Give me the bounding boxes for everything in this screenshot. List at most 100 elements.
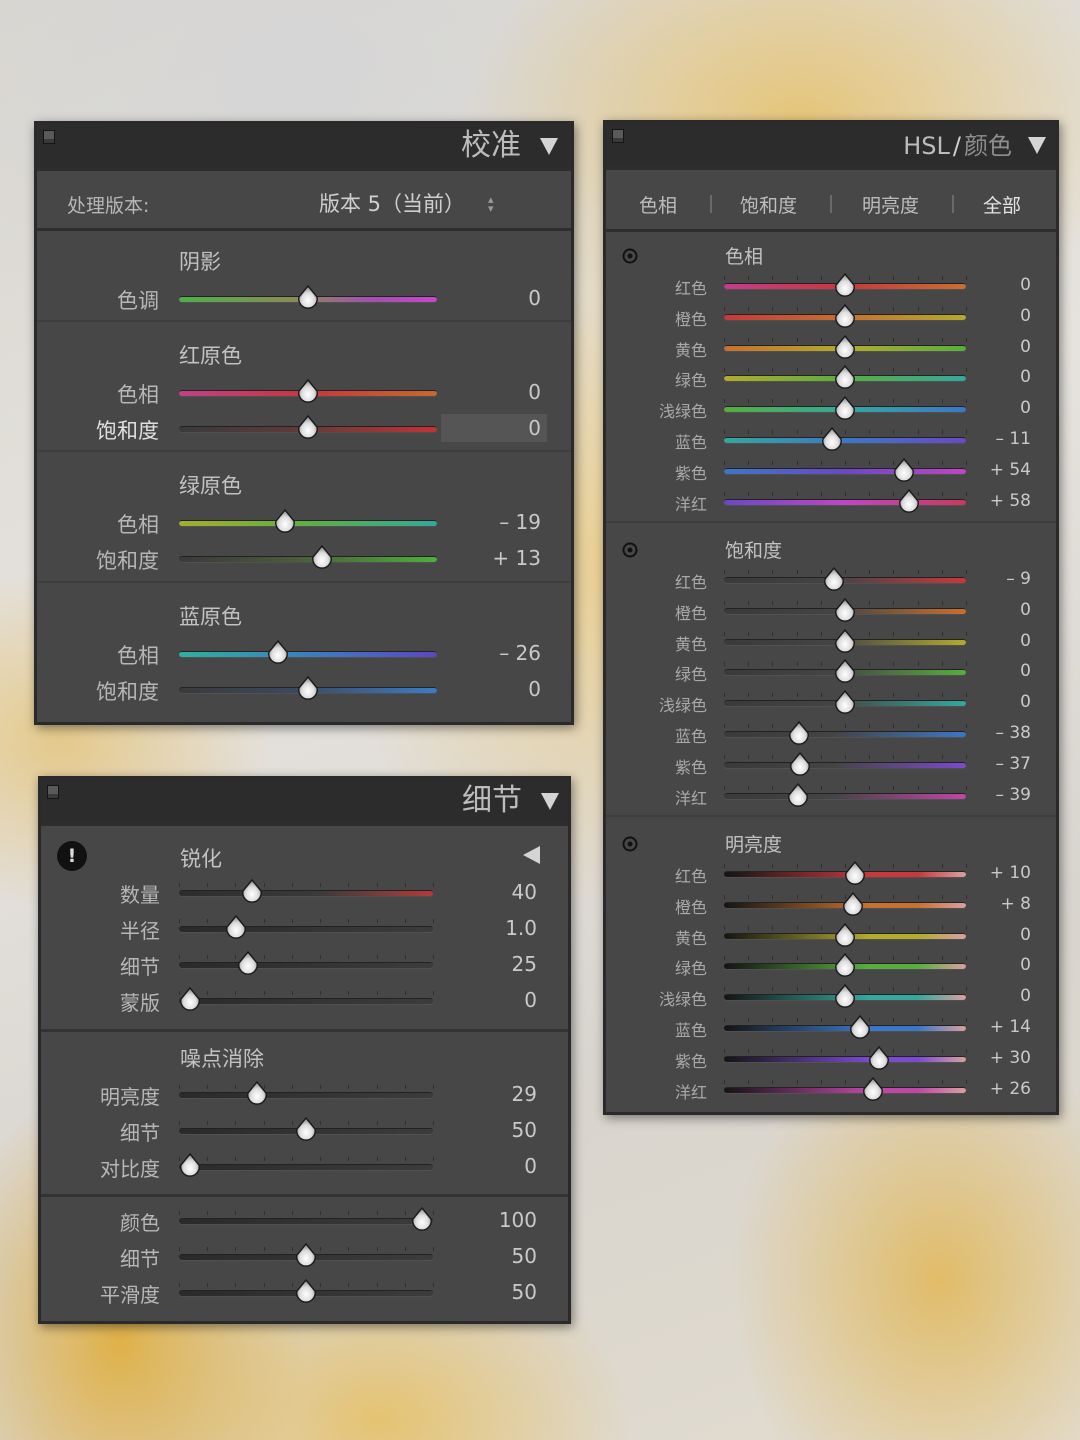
slider-thumb[interactable] bbox=[297, 415, 319, 439]
slider-track[interactable] bbox=[724, 761, 966, 768]
slider-value[interactable]: 0 bbox=[437, 380, 541, 404]
slider-value[interactable]: 100 bbox=[441, 1208, 537, 1232]
slider-thumb[interactable] bbox=[834, 922, 856, 947]
slider-value[interactable]: 0 bbox=[966, 692, 1031, 712]
slider-track[interactable] bbox=[724, 1055, 966, 1062]
process-version-select[interactable]: 版本 5（当前） bbox=[319, 188, 465, 218]
slider-value[interactable]: 0 bbox=[966, 337, 1031, 357]
tab-hue[interactable]: 色相 bbox=[639, 191, 677, 218]
slider-value[interactable]: 0 bbox=[966, 661, 1031, 681]
slider-value[interactable]: 0 bbox=[437, 286, 541, 310]
slider-thumb[interactable] bbox=[898, 488, 920, 513]
slider-thumb[interactable] bbox=[834, 690, 856, 714]
slider-value[interactable]: – 39 bbox=[966, 785, 1031, 805]
slider-value[interactable]: 0 bbox=[966, 306, 1031, 326]
slider-value[interactable]: 40 bbox=[441, 880, 537, 904]
slider-value[interactable]: + 8 bbox=[966, 894, 1031, 914]
slider-value[interactable]: 0 bbox=[441, 988, 537, 1012]
slider-thumb[interactable] bbox=[823, 567, 845, 591]
tab-luminance[interactable]: 明亮度 bbox=[862, 191, 919, 218]
slider-track[interactable] bbox=[724, 437, 966, 443]
slider-value[interactable]: + 26 bbox=[966, 1079, 1031, 1099]
slider-value[interactable]: 0 bbox=[437, 416, 541, 440]
slider-thumb[interactable] bbox=[225, 915, 247, 939]
slider-value[interactable]: + 30 bbox=[966, 1048, 1031, 1068]
slider-value[interactable]: 0 bbox=[966, 925, 1031, 945]
slider-thumb[interactable] bbox=[789, 751, 811, 776]
slider-value[interactable]: – 9 bbox=[966, 569, 1031, 589]
slider-thumb[interactable] bbox=[295, 1117, 317, 1141]
slider-thumb[interactable] bbox=[274, 509, 296, 533]
collapse-triangle-icon[interactable] bbox=[541, 793, 559, 810]
warning-icon[interactable]: ! bbox=[57, 841, 87, 871]
slider-value[interactable]: 50 bbox=[441, 1118, 537, 1142]
slider-value[interactable]: 0 bbox=[966, 275, 1031, 295]
detail-header[interactable]: 细节 bbox=[41, 779, 568, 823]
panel-switch-icon[interactable] bbox=[612, 129, 624, 143]
slider-value[interactable]: 0 bbox=[966, 986, 1031, 1006]
slider-thumb[interactable] bbox=[868, 1045, 890, 1070]
slider-thumb[interactable] bbox=[237, 951, 259, 975]
slider-thumb[interactable] bbox=[311, 545, 333, 569]
slider-value[interactable]: 0 bbox=[966, 600, 1031, 620]
slider-track[interactable] bbox=[179, 520, 437, 526]
tab-all[interactable]: 全部 bbox=[983, 191, 1021, 218]
slider-value[interactable]: 0 bbox=[437, 677, 541, 701]
slider-value[interactable]: 0 bbox=[441, 1154, 537, 1178]
slider-track[interactable] bbox=[179, 1164, 433, 1170]
updown-arrows-icon[interactable]: ▴ ▾ bbox=[488, 194, 494, 214]
slider-value[interactable]: + 54 bbox=[966, 460, 1031, 480]
slider-value[interactable]: – 38 bbox=[966, 723, 1031, 743]
slider-track[interactable] bbox=[179, 962, 433, 968]
slider-value[interactable]: 0 bbox=[966, 955, 1031, 975]
slider-value[interactable]: 25 bbox=[441, 952, 537, 976]
slider-value[interactable]: 0 bbox=[966, 631, 1031, 651]
slider-thumb[interactable] bbox=[241, 879, 263, 903]
slider-thumb[interactable] bbox=[821, 427, 843, 451]
slider-value[interactable]: + 58 bbox=[966, 491, 1031, 511]
slider-track[interactable] bbox=[179, 890, 433, 896]
slider-track[interactable] bbox=[724, 1025, 966, 1031]
slider-value[interactable]: + 13 bbox=[437, 546, 541, 570]
slider-track[interactable] bbox=[179, 556, 437, 562]
slider-thumb[interactable] bbox=[842, 891, 864, 916]
slider-track[interactable] bbox=[724, 1086, 966, 1093]
hsl-header[interactable]: HSL / 颜色 bbox=[606, 123, 1056, 167]
slider-value[interactable]: 1.0 bbox=[441, 916, 537, 940]
slider-value[interactable]: 29 bbox=[441, 1082, 537, 1106]
slider-thumb[interactable] bbox=[834, 334, 856, 359]
slider-track[interactable] bbox=[724, 792, 966, 799]
slider-thumb[interactable] bbox=[834, 365, 856, 390]
target-adjust-icon[interactable] bbox=[622, 248, 638, 264]
slider-thumb[interactable] bbox=[834, 659, 856, 684]
collapse-triangle-icon[interactable] bbox=[540, 138, 558, 155]
slider-thumb[interactable] bbox=[849, 1015, 871, 1039]
target-adjust-icon[interactable] bbox=[622, 542, 638, 558]
slider-value[interactable]: – 37 bbox=[966, 754, 1031, 774]
panel-switch-icon[interactable] bbox=[43, 130, 55, 144]
slider-thumb[interactable] bbox=[297, 676, 319, 700]
slider-thumb[interactable] bbox=[834, 628, 856, 653]
slider-track[interactable] bbox=[724, 467, 966, 474]
slider-thumb[interactable] bbox=[246, 1081, 268, 1105]
slider-value[interactable]: 0 bbox=[966, 398, 1031, 418]
slider-track[interactable] bbox=[724, 498, 966, 505]
slider-thumb[interactable] bbox=[179, 1153, 201, 1177]
slider-thumb[interactable] bbox=[834, 396, 856, 420]
target-adjust-icon[interactable] bbox=[622, 836, 638, 852]
slider-value[interactable]: – 11 bbox=[966, 429, 1031, 449]
slider-value[interactable]: 50 bbox=[441, 1280, 537, 1304]
slider-thumb[interactable] bbox=[297, 379, 319, 403]
calibration-header[interactable]: 校准 bbox=[37, 124, 571, 168]
slider-thumb[interactable] bbox=[787, 782, 809, 807]
slider-thumb[interactable] bbox=[834, 597, 856, 622]
slider-thumb[interactable] bbox=[295, 1243, 317, 1267]
slider-thumb[interactable] bbox=[295, 1279, 317, 1303]
tab-saturation[interactable]: 饱和度 bbox=[740, 191, 797, 218]
slider-value[interactable]: + 10 bbox=[966, 863, 1031, 883]
slider-value[interactable]: – 19 bbox=[437, 510, 541, 534]
slider-thumb[interactable] bbox=[834, 984, 856, 1008]
slider-track[interactable] bbox=[179, 651, 437, 657]
slider-thumb[interactable] bbox=[411, 1207, 433, 1231]
expand-left-triangle-icon[interactable] bbox=[523, 846, 540, 864]
